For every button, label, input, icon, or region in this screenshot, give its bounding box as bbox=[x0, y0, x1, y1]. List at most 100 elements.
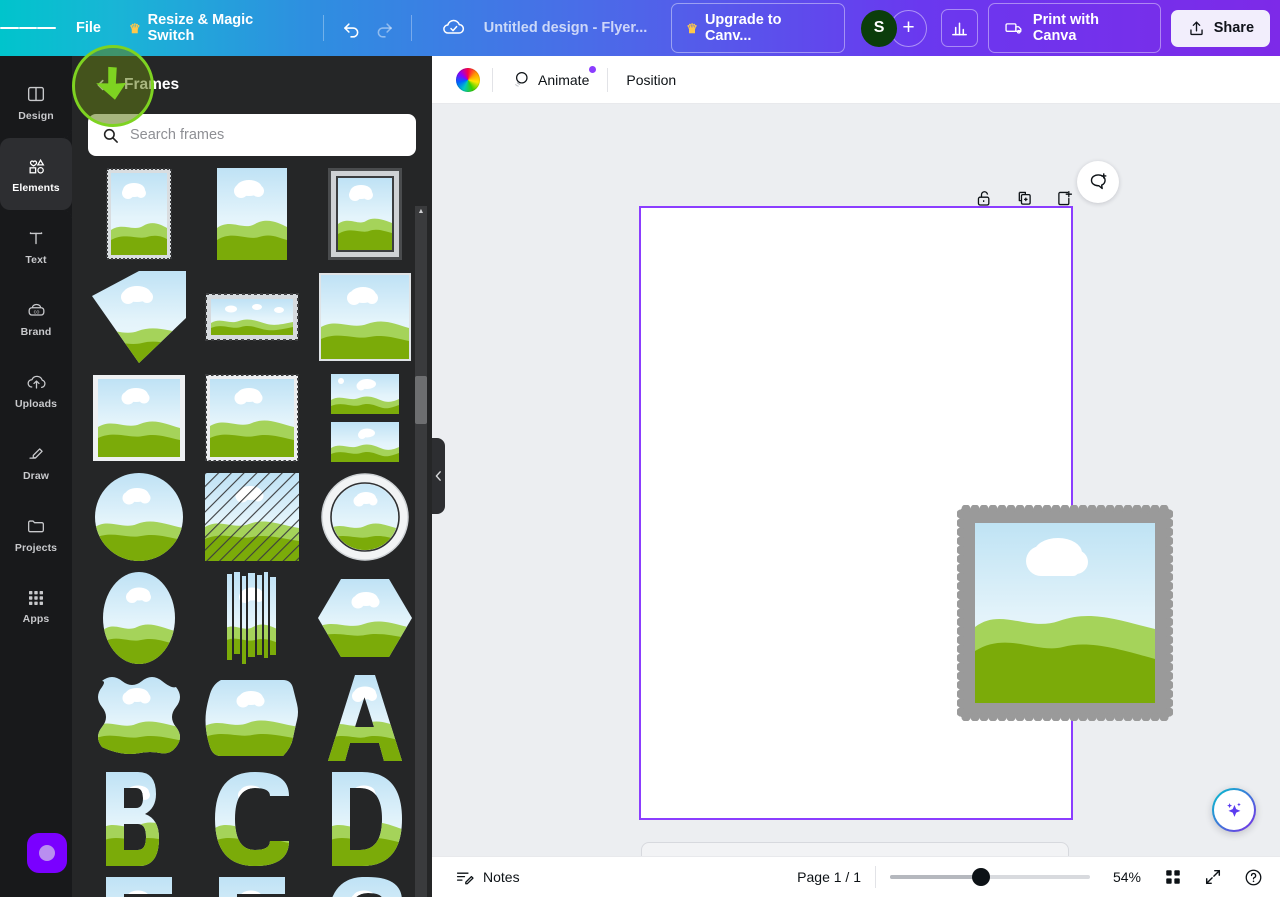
hamburger-menu-icon[interactable] bbox=[0, 0, 57, 56]
cloud-saved-icon[interactable] bbox=[434, 8, 473, 48]
undo-icon[interactable] bbox=[334, 11, 368, 45]
notes-button[interactable]: Notes bbox=[445, 862, 530, 893]
frame-item[interactable] bbox=[314, 271, 416, 363]
search-input[interactable]: Search frames bbox=[88, 114, 416, 156]
upload-cloud-icon bbox=[27, 375, 46, 389]
grid-view-glyph bbox=[1166, 870, 1180, 884]
bottom-bar: Notes Page 1 / 1 54% bbox=[432, 856, 1280, 897]
sidebar-item-elements[interactable]: Elements bbox=[0, 128, 72, 220]
frame-item[interactable] bbox=[201, 675, 303, 761]
share-button[interactable]: Share bbox=[1170, 9, 1271, 47]
stamp-frame-element[interactable] bbox=[957, 505, 1173, 721]
color-wheel-icon[interactable] bbox=[456, 67, 480, 92]
frame-vertical-bars bbox=[227, 572, 276, 664]
frame-circle bbox=[95, 473, 183, 561]
collapse-panel-handle[interactable] bbox=[432, 438, 445, 514]
frame-item[interactable] bbox=[201, 168, 303, 260]
crown-icon: ♛ bbox=[686, 20, 698, 36]
panel-back-chevron-left-icon[interactable] bbox=[88, 72, 114, 98]
frame-item[interactable] bbox=[314, 772, 416, 866]
position-button[interactable]: Position bbox=[614, 63, 688, 97]
sidebar-item-text[interactable]: Text bbox=[0, 210, 72, 282]
panel-title: Frames bbox=[124, 76, 180, 93]
sidebar-item-uploads[interactable]: Uploads bbox=[0, 354, 72, 426]
folder-icon bbox=[28, 519, 44, 532]
frame-circle-ring bbox=[321, 473, 409, 561]
panel-header: Frames bbox=[72, 56, 432, 114]
scroll-up-arrow-icon[interactable]: ▲ bbox=[415, 204, 427, 218]
shapes-icon bbox=[29, 158, 45, 174]
sidebar-label: Apps bbox=[22, 612, 50, 625]
frame-item[interactable] bbox=[314, 374, 416, 462]
frame-rect-plain-portrait bbox=[217, 168, 287, 260]
sidebar-item-draw[interactable]: Draw bbox=[0, 426, 72, 498]
frame-item[interactable] bbox=[88, 168, 190, 260]
search-placeholder: Search frames bbox=[130, 127, 225, 143]
upgrade-button[interactable]: ♛ Upgrade to Canv... bbox=[671, 3, 845, 53]
brand-icon: co bbox=[28, 303, 44, 316]
frame-item[interactable] bbox=[201, 572, 303, 664]
resize-magic-switch-button[interactable]: ♛ Resize & Magic Switch bbox=[117, 5, 313, 51]
scrollbar-thumb[interactable] bbox=[415, 376, 427, 424]
zoom-slider[interactable] bbox=[890, 867, 1090, 887]
grid-view-icon[interactable] bbox=[1156, 860, 1190, 894]
avatar[interactable]: S bbox=[860, 9, 898, 47]
help-circle-icon[interactable] bbox=[1236, 860, 1270, 894]
frame-item[interactable] bbox=[314, 675, 416, 761]
top-app-bar: File ♛ Resize & Magic Switch Untitled de… bbox=[0, 0, 1280, 56]
print-with-canva-button[interactable]: Print with Canva bbox=[988, 3, 1161, 53]
divider bbox=[323, 15, 325, 41]
panel-scrollbar[interactable]: ▲ ▼ bbox=[415, 206, 427, 897]
frame-rounded-blob bbox=[205, 680, 298, 756]
frame-item[interactable] bbox=[88, 572, 190, 664]
magic-studio-button[interactable] bbox=[1212, 788, 1256, 832]
fullscreen-expand-icon[interactable] bbox=[1196, 860, 1230, 894]
frame-item[interactable] bbox=[88, 473, 190, 561]
sidebar-item-brand[interactable]: co Brand bbox=[0, 282, 72, 354]
sidebar-item-projects[interactable]: Projects bbox=[0, 498, 72, 570]
frame-letter-b bbox=[106, 772, 159, 866]
frame-item[interactable] bbox=[201, 271, 303, 363]
add-comment-button[interactable] bbox=[1077, 161, 1119, 203]
share-upload-icon bbox=[1189, 20, 1203, 35]
grid-dots-icon bbox=[29, 590, 43, 605]
sidebar-item-apps[interactable]: Apps bbox=[0, 570, 72, 642]
record-indicator-button[interactable] bbox=[27, 833, 67, 873]
frame-item[interactable] bbox=[201, 473, 303, 561]
crown-icon: ♛ bbox=[128, 20, 141, 36]
design-title[interactable]: Untitled design - Flyer... bbox=[474, 13, 658, 43]
truck-icon bbox=[1005, 23, 1022, 34]
frame-item[interactable] bbox=[88, 675, 190, 761]
frame-item[interactable] bbox=[201, 877, 303, 897]
zoom-slider-fill bbox=[890, 875, 980, 879]
frame-letter-e bbox=[106, 877, 174, 897]
add-comment-icon bbox=[1090, 172, 1106, 189]
frame-item[interactable] bbox=[201, 772, 303, 866]
redo-icon[interactable] bbox=[368, 11, 402, 45]
frame-item[interactable] bbox=[314, 168, 416, 260]
zoom-value[interactable]: 54% bbox=[1104, 869, 1150, 885]
frame-item[interactable] bbox=[88, 772, 190, 866]
divider bbox=[607, 67, 609, 92]
insights-bar-chart-icon[interactable] bbox=[940, 9, 979, 47]
frame-item[interactable] bbox=[314, 473, 416, 561]
design-page[interactable] bbox=[639, 206, 1173, 820]
frame-stamp-landscape bbox=[205, 293, 299, 341]
zoom-slider-knob[interactable] bbox=[972, 868, 990, 886]
file-menu-button[interactable]: File bbox=[64, 13, 113, 43]
frame-item[interactable] bbox=[88, 271, 190, 363]
canvas-area[interactable]: + Add page bbox=[432, 104, 1280, 897]
frame-item[interactable] bbox=[201, 374, 303, 462]
print-label: Print with Canva bbox=[1032, 12, 1099, 44]
frames-grid-scroll[interactable] bbox=[72, 168, 432, 897]
animate-button[interactable]: Animate bbox=[499, 63, 601, 97]
sidebar-label: Projects bbox=[14, 541, 58, 554]
frame-item[interactable] bbox=[314, 572, 416, 664]
frame-item[interactable] bbox=[88, 877, 190, 897]
frame-hexagon bbox=[318, 579, 412, 657]
frame-item[interactable] bbox=[88, 374, 190, 462]
resize-label: Resize & Magic Switch bbox=[147, 12, 254, 44]
share-label: Share bbox=[1213, 20, 1255, 36]
frame-item[interactable] bbox=[314, 877, 416, 897]
pencil-icon bbox=[28, 447, 43, 459]
